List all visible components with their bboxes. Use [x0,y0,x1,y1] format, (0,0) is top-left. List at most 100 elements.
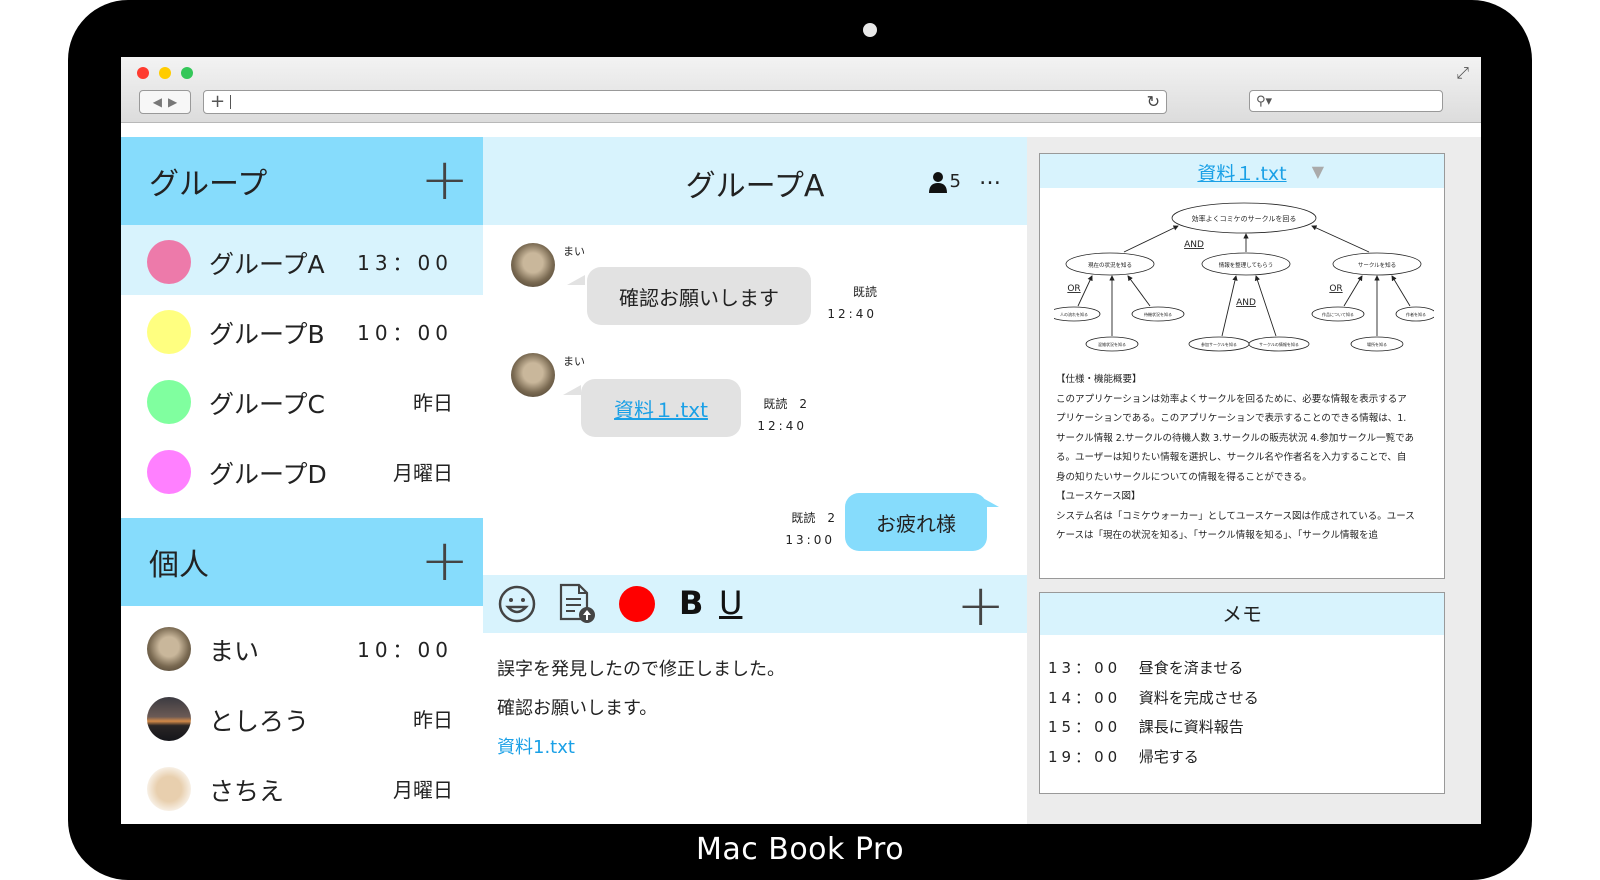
diagram-node: 現在の状況を知る [1088,261,1132,269]
dropdown-arrow-icon[interactable]: ▼ [1312,162,1324,181]
contact-time: 10：00 [357,638,453,662]
group-avatar [147,310,191,354]
memo-item[interactable]: 19：00 帰宅する [1048,746,1199,767]
diagram-node: 作者を知る [1406,311,1426,317]
document-header: 資料１.txt ▼ [1040,154,1444,188]
diagram-node: 混雑状況を知る [1098,341,1126,347]
new-tab-icon[interactable]: + [210,91,225,113]
group-item-b[interactable]: グループB 10：00 [121,295,483,365]
record-button[interactable] [619,586,655,622]
contact-item-toshirou[interactable]: としろう 昨日 [121,682,483,752]
contact-item-sachie[interactable]: さちえ 月曜日 [121,752,483,822]
message-time: 12:40 [757,419,807,433]
memo-panel: メモ 13：00 昼食を済ませる 14：00 資料を完成させる 15：00 課長… [1039,592,1445,794]
compose-toolbar: B U + [483,571,1027,639]
group-name: グループC [209,390,325,419]
memo-text: 資料を完成させる [1138,689,1259,707]
document-link[interactable]: 資料１.txt [1040,159,1444,186]
back-icon[interactable]: ◀ [153,95,162,109]
address-bar[interactable]: + ↻ [203,90,1167,114]
memo-title: メモ [1040,593,1444,635]
close-window-button[interactable] [137,67,149,79]
read-status: 既読 2 [763,397,807,411]
browser-toolbar: ⤢ ◀ ▶ + ↻ ⚲▾ [121,57,1481,123]
diagram-label: OR [1329,284,1342,294]
usecase-diagram: 効率よくコミケのサークルを回る AND 現在の状況を知る 情報を整理してもらう … [1054,202,1434,352]
read-status: 既読 [852,285,877,299]
more-options-button[interactable]: … [979,165,1001,190]
read-status: 既読 2 [791,511,835,525]
contact-item-mai[interactable]: まい 10：00 [121,612,483,682]
fullscreen-icon[interactable]: ⤢ [1456,63,1469,83]
avatar [511,243,555,287]
contact-name: さちえ [209,777,285,806]
document-line: 【仕様・機能概要】 [1056,374,1142,385]
file-upload-icon[interactable] [557,583,597,625]
contact-name: まい [209,637,260,666]
file-link[interactable]: 資料１.txt [614,394,708,423]
group-avatar [147,240,191,284]
avatar [147,697,191,741]
message-input[interactable]: 誤字を発見したので修正しました。 確認お願いします。 資料1.txt [483,633,1027,824]
personal-title: 個人 [149,548,209,583]
memo-time: 15：00 [1048,718,1122,736]
message-bubble[interactable]: お疲れ様 [845,493,987,551]
group-item-a[interactable]: グループA 13：00 [121,225,483,295]
document-line: プリケーションである。このアプリケーションで表示することのできる情報は、1. [1056,413,1407,424]
personal-header: 個人 + [121,518,483,606]
reload-icon[interactable]: ↻ [1147,91,1160,113]
message-bubble[interactable]: 資料１.txt [581,379,741,437]
diagram-node: サークルの情報を知る [1259,341,1299,347]
members-icon[interactable] [929,171,947,193]
emoji-icon[interactable] [497,584,537,624]
compose-line: 誤字を発見したので修正しました。 [497,659,785,680]
memo-time: 13：00 [1048,659,1122,677]
forward-icon[interactable]: ▶ [168,95,177,109]
maximize-window-button[interactable] [181,67,193,79]
group-name: グループD [209,460,327,489]
diagram-node: 作品について知る [1322,311,1354,317]
add-contact-button[interactable]: + [420,524,469,596]
document-line: このアプリケーションは効率よくサークルを回るために、必要な情報を表示するア [1056,393,1407,405]
memo-item[interactable]: 14：00 資料を完成させる [1048,687,1259,708]
back-forward-buttons[interactable]: ◀ ▶ [139,90,191,114]
diagram-node: サークルを知る [1358,261,1396,269]
diagram-node: 効率よくコミケのサークルを回る [1192,214,1297,223]
group-item-c[interactable]: グループC 昨日 [121,365,483,435]
add-group-button[interactable]: + [420,143,469,215]
attach-button[interactable]: + [956,569,1005,641]
group-time: 13：00 [357,251,453,275]
group-item-d[interactable]: グループD 月曜日 [121,435,483,515]
avatar [147,627,191,671]
underline-button[interactable]: U [719,584,742,622]
search-field[interactable]: ⚲▾ [1249,90,1443,112]
group-name: グループA [209,250,325,279]
diagram-node: 参加サークルを知る [1201,341,1237,347]
device-brand-label: Mac Book Pro [695,832,905,867]
message-bubble[interactable]: 確認お願いします [587,267,811,325]
sender-name: まい [563,355,585,368]
diagram-node: 場所を知る [1367,341,1387,347]
group-avatar [147,450,191,494]
memo-item[interactable]: 15：00 課長に資料報告 [1048,716,1244,737]
bubble-tail [981,497,999,507]
member-count: 5 [949,171,961,192]
chat-panel: グループA 5 … まい 確認お願いします 既読 12:40 まい 資料１.tx… [483,137,1027,824]
message-text: 確認お願いします [619,285,779,310]
document-body: 【仕様・機能概要】 このアプリケーションは効率よくサークルを回るために、必要な情… [1056,370,1432,546]
compose-file-link[interactable]: 資料1.txt [497,733,575,759]
compose-line: 確認お願いします。 [497,698,658,719]
memo-item[interactable]: 13：00 昼食を済ませる [1048,657,1243,678]
minimize-window-button[interactable] [159,67,171,79]
document-line: システム名は「コミケウォーカー」としてユースケース図は作成されている。ユース [1056,510,1415,522]
group-time: 月曜日 [393,461,453,485]
document-line: 【ユースケース図】 [1056,491,1141,502]
side-panel: 資料１.txt ▼ 効率よくコミケのサークルを回る AND 現在の状況を知る 情… [1027,137,1481,824]
document-preview: 資料１.txt ▼ 効率よくコミケのサークルを回る AND 現在の状況を知る 情… [1039,153,1445,579]
diagram-label: AND [1236,298,1256,308]
group-avatar [147,380,191,424]
bold-button[interactable]: B [679,584,703,622]
message-list: まい 確認お願いします 既読 12:40 まい 資料１.txt 既読 2 12:… [483,225,1027,575]
text-cursor [230,95,231,109]
sender-name: まい [563,245,585,258]
